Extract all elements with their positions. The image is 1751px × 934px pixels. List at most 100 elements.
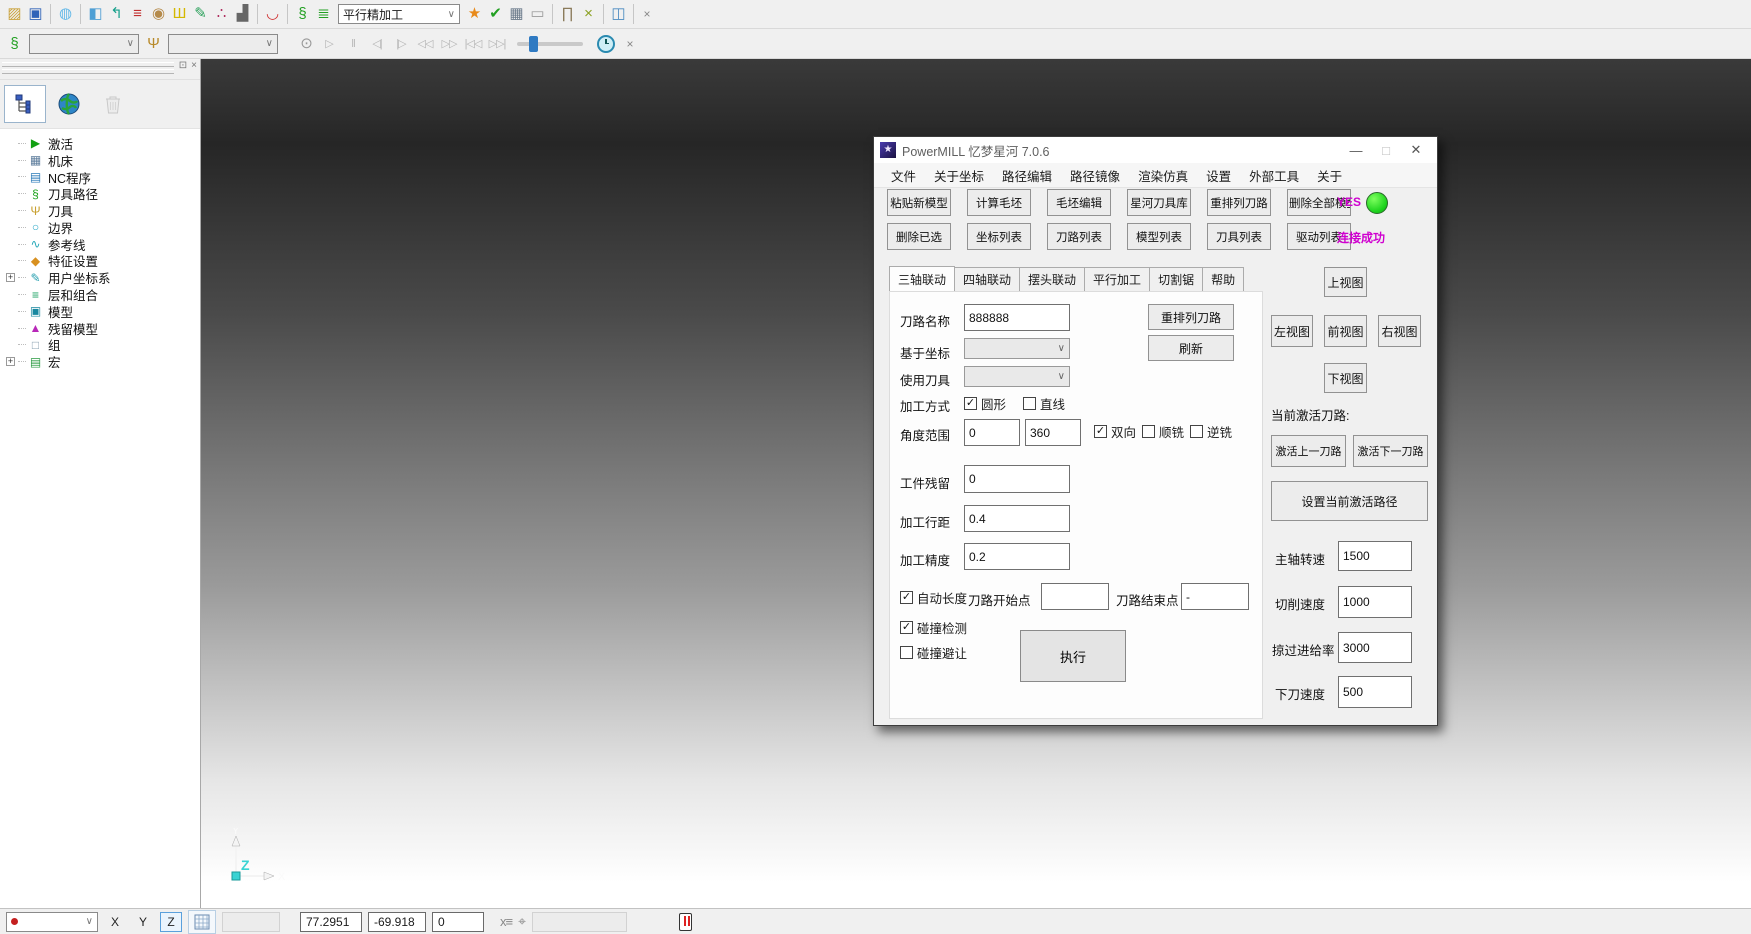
collision-check-checkbox[interactable]: ✓ — [900, 621, 913, 634]
view-top-button[interactable]: 上视图 — [1324, 267, 1367, 297]
strategy-list-icon[interactable]: ≣ — [313, 2, 334, 26]
tolerance-input[interactable] — [964, 543, 1070, 570]
auto-length-checkbox[interactable]: ✓ — [900, 591, 913, 604]
end-point-input[interactable] — [1181, 583, 1249, 610]
refresh-button[interactable]: 刷新 — [1148, 335, 1234, 361]
menu-external-tools[interactable]: 外部工具 — [1240, 166, 1308, 185]
angle-to-input[interactable] — [1025, 419, 1081, 446]
use-tool-dropdown[interactable]: ∨ — [964, 366, 1070, 387]
dock-handle[interactable] — [2, 62, 174, 67]
tree-expander[interactable] — [6, 139, 15, 148]
simulation-speed-slider[interactable] — [517, 42, 583, 46]
cutting-feed-input[interactable] — [1338, 586, 1412, 618]
cylinders-icon[interactable]: ◫ — [608, 2, 629, 26]
collision-avoid-checkbox[interactable] — [900, 646, 913, 659]
tree-expander[interactable] — [6, 206, 15, 215]
view-left-button[interactable]: 左视图 — [1271, 315, 1313, 347]
axis-x-toggle[interactable]: X — [104, 912, 126, 932]
view-front-button[interactable]: 前视图 — [1324, 315, 1367, 347]
tree-item-machine[interactable]: ▦ 机床 — [6, 152, 200, 169]
pause-button[interactable]: ‖ — [341, 32, 365, 56]
measure-field[interactable] — [532, 912, 627, 932]
menu-about[interactable]: 关于 — [1308, 166, 1351, 185]
close-button[interactable]: ✕ — [1401, 142, 1431, 158]
compute-stock-button[interactable]: 计算毛坯 — [967, 189, 1031, 216]
tree-expander[interactable] — [6, 156, 15, 165]
probe-icon[interactable]: ⌖ — [518, 913, 526, 930]
tree-expander[interactable]: + — [6, 273, 15, 282]
grid-toggle-button[interactable] — [188, 910, 216, 934]
tree-item-toolpaths[interactable]: § 刀具路径 — [6, 185, 200, 202]
tree-expander[interactable] — [6, 340, 15, 349]
powermill-strategy-icon[interactable]: § — [292, 2, 313, 26]
play-button[interactable]: ▷ — [317, 32, 341, 56]
stepover-input[interactable] — [964, 505, 1070, 532]
save-project-icon[interactable]: ▣ — [25, 2, 46, 26]
grid-size-field[interactable] — [222, 912, 280, 932]
cross-tools-icon[interactable]: × — [578, 2, 599, 26]
menu-path-edit[interactable]: 路径编辑 — [993, 166, 1061, 185]
tool-pair-icon[interactable]: ∏ — [557, 2, 578, 26]
simulation-toolbar-close-button[interactable]: × — [621, 37, 639, 51]
angle-from-input[interactable] — [964, 419, 1020, 446]
tree-expander[interactable] — [6, 240, 15, 249]
tree-expander[interactable] — [6, 172, 15, 181]
paste-new-model-button[interactable]: 粘贴新模型 — [887, 189, 951, 216]
slider-handle[interactable] — [529, 36, 538, 52]
tab-parallel[interactable]: 平行加工 — [1084, 267, 1150, 291]
galaxy-tool-library-button[interactable]: 星河刀具库 — [1127, 189, 1191, 216]
clock-icon[interactable] — [597, 35, 615, 53]
toolpath-list-button[interactable]: 刀路列表 — [1047, 223, 1111, 250]
rearrange-toolpath-button[interactable]: 重排列刀路 — [1148, 304, 1234, 330]
tree-item-patterns[interactable]: ∿ 参考线 — [6, 236, 200, 253]
tree-expander[interactable] — [6, 290, 15, 299]
coords-list-button[interactable]: 坐标列表 — [967, 223, 1031, 250]
tree-item-workplanes[interactable]: + ✎ 用户坐标系 — [6, 269, 200, 286]
skip-start-button[interactable]: |◁◁ — [461, 32, 485, 56]
toolpath-name-input[interactable] — [964, 304, 1070, 331]
start-point-input[interactable] — [1041, 583, 1109, 610]
set-active-path-button[interactable]: 设置当前激活路径 — [1271, 481, 1428, 521]
lamp-icon[interactable]: ⊙ — [296, 32, 317, 56]
tree-item-tools[interactable]: Ψ 刀具 — [6, 202, 200, 219]
tab-explorer-tree[interactable] — [4, 85, 46, 123]
tree-item-boundaries[interactable]: ○ 边界 — [6, 219, 200, 236]
toolpath-create-icon[interactable]: ↰ — [106, 2, 127, 26]
tree-item-macros[interactable]: + ▤ 宏 — [6, 353, 200, 370]
verify-toolpath-icon[interactable]: ★ — [464, 2, 485, 26]
tab-help[interactable]: 帮助 — [1202, 267, 1244, 291]
arc-simulation-icon[interactable]: ◡ — [262, 2, 283, 26]
xyz-readout-icon[interactable]: x≡ — [500, 914, 512, 929]
tree-item-levels[interactable]: ≡ 层和组合 — [6, 286, 200, 303]
model-list-button[interactable]: 模型列表 — [1127, 223, 1191, 250]
activate-next-toolpath-button[interactable]: 激活下一刀路 — [1353, 435, 1428, 467]
strategy-dropdown[interactable]: 平行精加工 ∨ — [338, 4, 460, 24]
execute-button[interactable]: 执行 — [1020, 630, 1126, 682]
view-right-button[interactable]: 右视图 — [1378, 315, 1421, 347]
tree-item-groups[interactable]: □ 组 — [6, 337, 200, 354]
step-back-button[interactable]: ◁| — [365, 32, 389, 56]
maximize-button[interactable]: □ — [1371, 143, 1401, 158]
tree-expander[interactable] — [6, 223, 15, 232]
menu-file[interactable]: 文件 — [882, 166, 925, 185]
points-pattern-icon[interactable]: ∴ — [211, 2, 232, 26]
tab-4axis[interactable]: 四轴联动 — [954, 267, 1020, 291]
tree-item-activate[interactable]: ▶ 激活 — [6, 135, 200, 152]
bidirectional-checkbox[interactable]: ✓ — [1094, 425, 1107, 438]
menu-about-coords[interactable]: 关于坐标 — [925, 166, 993, 185]
tab-world-view[interactable] — [48, 85, 90, 123]
tree-expander[interactable] — [6, 307, 15, 316]
entity-dropdown[interactable]: ∨ — [29, 34, 139, 54]
w-profile-tool-icon[interactable]: Ш — [169, 2, 190, 26]
tab-3axis[interactable]: 三轴联动 — [889, 266, 955, 291]
axis-z-toggle[interactable]: Z — [160, 912, 182, 932]
spindle-speed-input[interactable] — [1338, 541, 1412, 571]
rearrange-toolpaths-button[interactable]: 重排列刀路 — [1207, 189, 1271, 216]
tree-item-nc-programs[interactable]: ▤ NC程序 — [6, 169, 200, 186]
tool-check-icon[interactable]: ✔ — [485, 2, 506, 26]
circular-checkbox[interactable]: ✓ — [964, 397, 977, 410]
linear-checkbox[interactable] — [1023, 397, 1036, 410]
stock-remain-input[interactable] — [964, 465, 1070, 493]
skip-end-button[interactable]: ▷▷| — [485, 32, 509, 56]
climb-checkbox[interactable] — [1142, 425, 1155, 438]
